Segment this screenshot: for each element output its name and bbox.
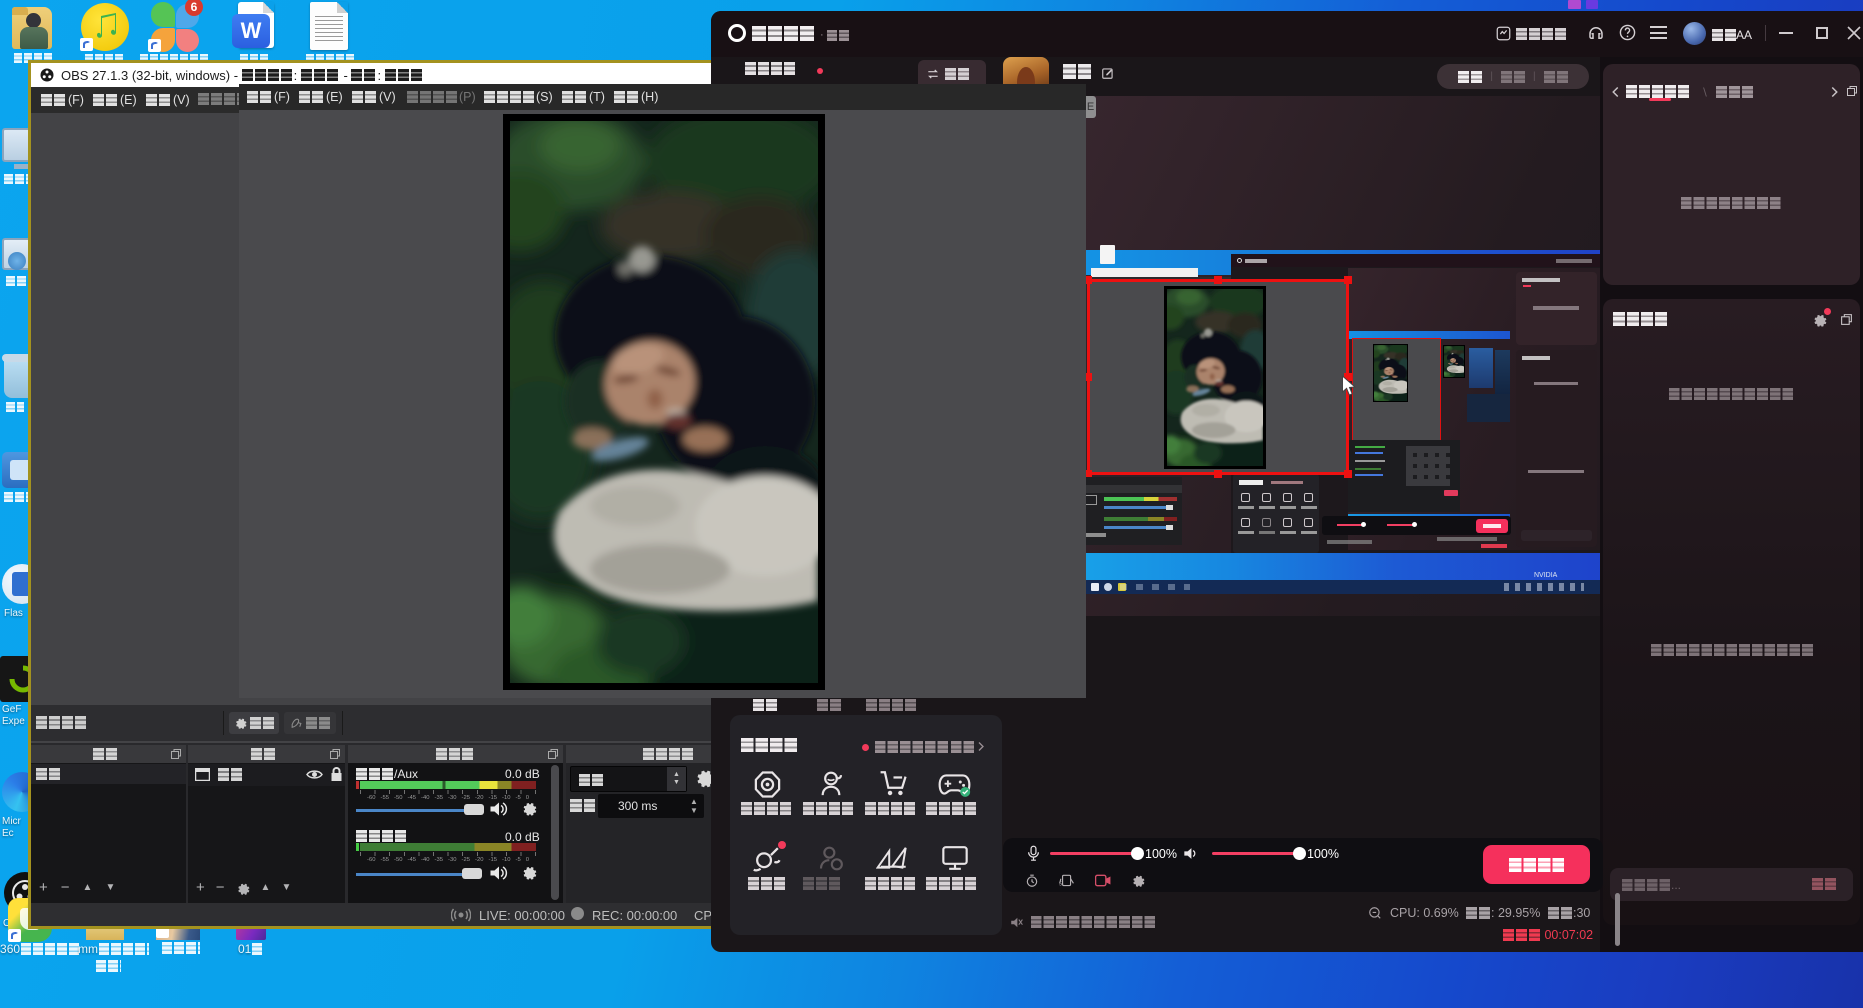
svg-text:5: 5 [1059, 882, 1062, 888]
